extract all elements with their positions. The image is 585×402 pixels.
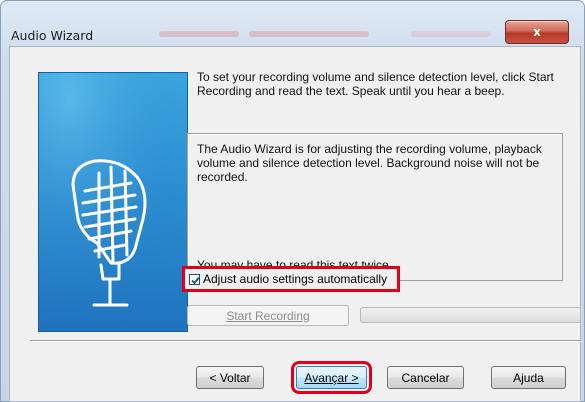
window-title: Audio Wizard (11, 28, 94, 43)
auto-adjust-checkbox-row[interactable]: Adjust audio settings automatically (182, 266, 400, 292)
close-icon: x (533, 25, 541, 39)
next-button[interactable]: Avançar > (291, 361, 372, 394)
start-recording-button[interactable]: Start Recording (187, 305, 349, 326)
next-button-label: Avançar > (304, 370, 359, 385)
dialog-window: Audio Wizard x To set your recording vol… (0, 0, 585, 402)
back-button-label: < Voltar (209, 370, 251, 385)
cancel-button-label: Cancelar (401, 370, 450, 385)
read-text-paragraph: The Audio Wizard is for adjusting the re… (197, 142, 542, 184)
microphone-illustration (38, 72, 188, 332)
back-button[interactable]: < Voltar (196, 366, 264, 389)
microphone-icon (39, 73, 187, 331)
recording-level-meter (360, 307, 581, 323)
close-button[interactable]: x (505, 20, 569, 44)
auto-adjust-label[interactable]: Adjust audio settings automatically (203, 272, 387, 286)
start-recording-label: Start Recording (226, 308, 310, 323)
wizard-body: To set your recording volume and silence… (9, 46, 582, 402)
blurred-title-mark (249, 31, 369, 37)
footer-divider (30, 340, 582, 342)
help-button[interactable]: Ajuda (491, 366, 566, 389)
help-button-label: Ajuda (513, 370, 544, 385)
blurred-title-mark (159, 31, 239, 37)
checkmark-icon (191, 276, 200, 284)
intro-text: To set your recording volume and silence… (197, 70, 554, 98)
read-text-panel: The Audio Wizard is for adjusting the re… (187, 133, 563, 281)
blurred-title-mark (411, 31, 491, 37)
cancel-button[interactable]: Cancelar (387, 366, 464, 389)
auto-adjust-checkbox[interactable] (189, 273, 200, 285)
